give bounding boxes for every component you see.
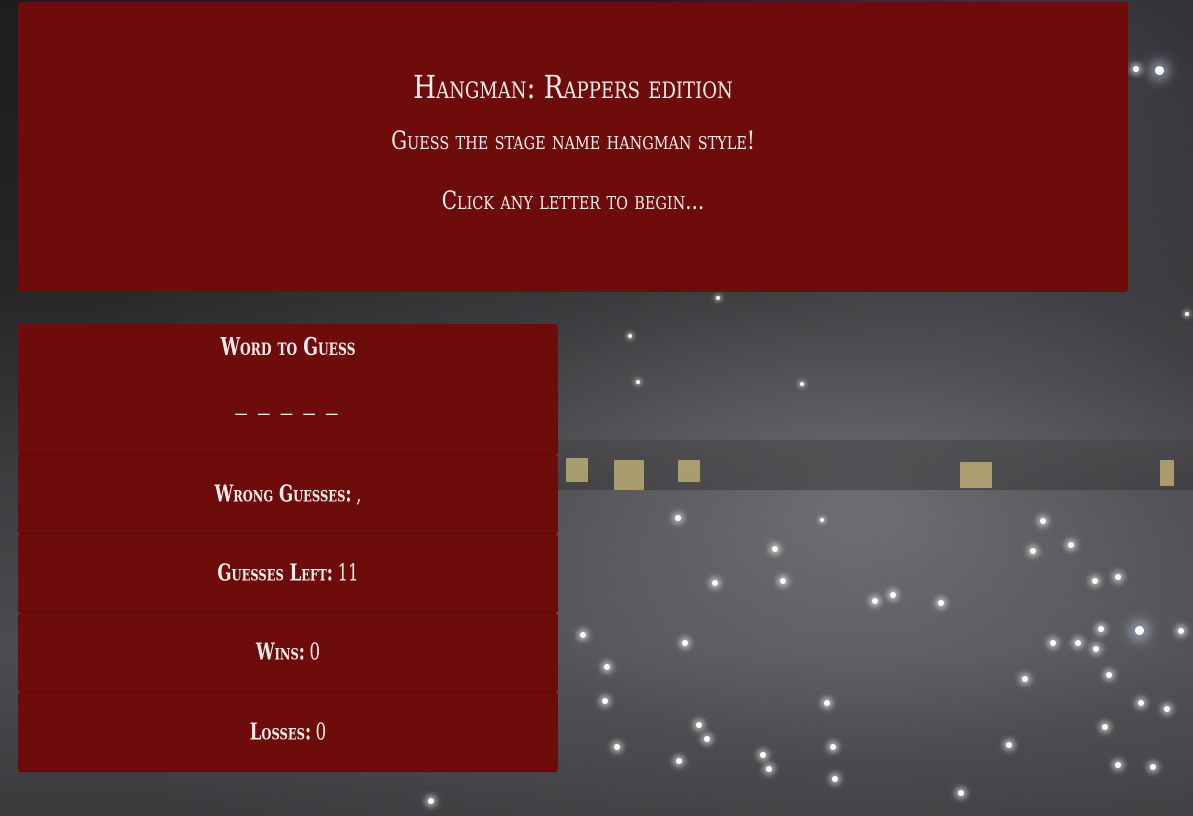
header-jumbotron: Hangman: Rappers edition Guess the stage… xyxy=(18,2,1128,292)
wins-row: Wins: 0 xyxy=(18,613,558,692)
start-prompt: Click any letter to begin... xyxy=(441,186,705,215)
balcony-window xyxy=(1160,460,1174,486)
word-to-guess-label: Word to Guess xyxy=(220,332,356,361)
word-blanks: _ _ _ _ _ xyxy=(235,394,341,416)
balcony-band xyxy=(558,440,1193,490)
page-title: Hangman: Rappers edition xyxy=(413,68,733,106)
losses-row: Losses: 0 xyxy=(18,692,558,772)
guesses-left-row: Guesses Left: 11 xyxy=(18,534,558,613)
word-to-guess-panel: Word to Guess xyxy=(18,324,558,455)
losses-label: Losses: xyxy=(249,718,312,745)
wins-label: Wins: xyxy=(255,638,305,666)
balcony-window xyxy=(566,458,588,482)
balcony-window xyxy=(960,462,992,488)
balcony-window xyxy=(614,460,644,490)
wins-value: 0 xyxy=(309,639,321,666)
wrong-guesses-label: Wrong Guesses: xyxy=(214,480,352,508)
wrong-guesses-value: , xyxy=(356,481,362,508)
wrong-guesses-row: Wrong Guesses: , xyxy=(18,455,558,534)
page-subtitle: Guess the stage name hangman style! xyxy=(391,126,755,155)
guesses-left-label: Guesses Left: xyxy=(217,559,333,587)
balcony-window xyxy=(678,460,700,482)
losses-value: 0 xyxy=(315,719,327,745)
guesses-left-value: 11 xyxy=(337,560,359,587)
